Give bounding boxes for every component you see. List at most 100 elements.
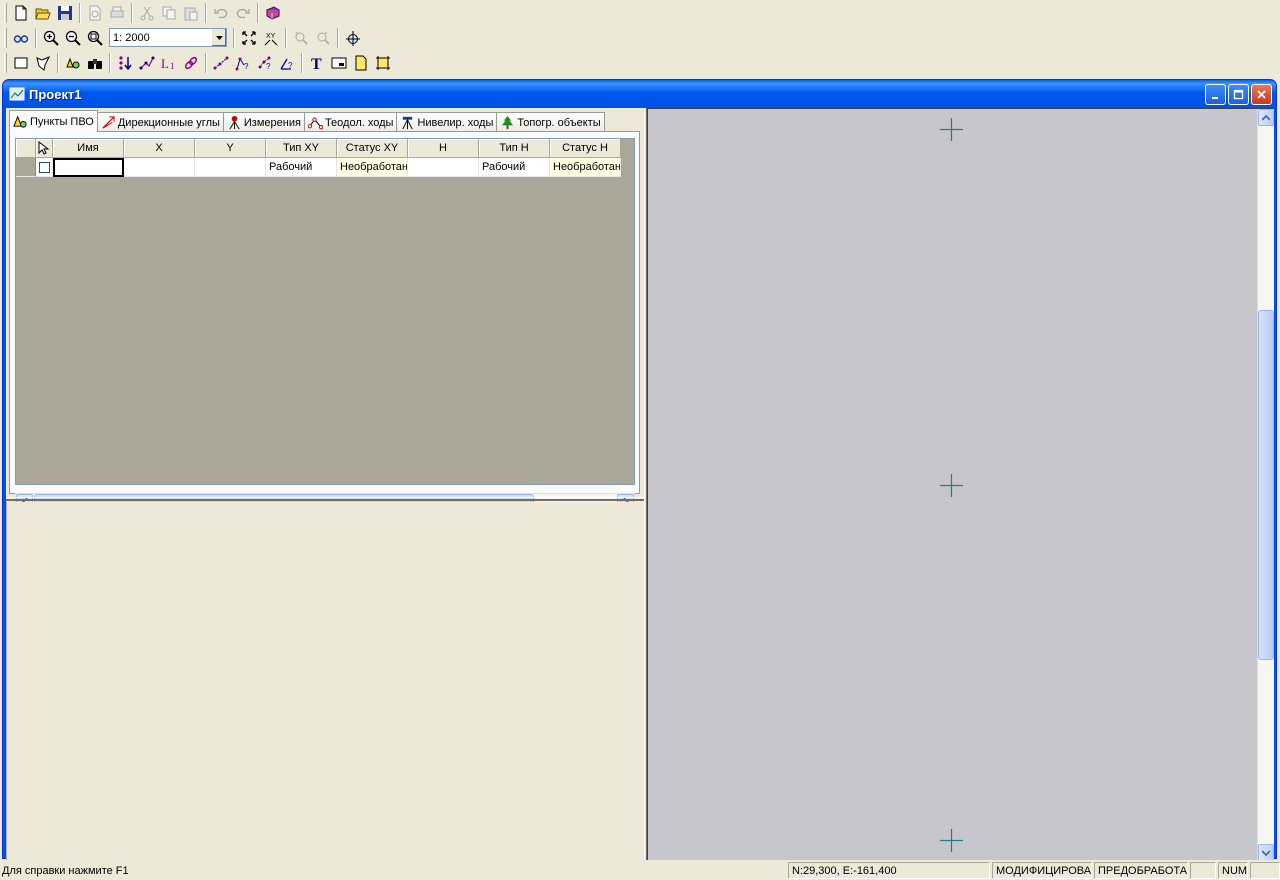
scale-combobox[interactable]: 1: 2000 [109, 28, 227, 47]
network-query-button[interactable]: ? [232, 52, 254, 74]
note-button[interactable] [350, 52, 372, 74]
toolbar-separator [301, 52, 303, 73]
open-file-button[interactable] [32, 2, 54, 24]
zoom-previous-button[interactable] [290, 27, 312, 49]
find-points-button[interactable] [62, 52, 84, 74]
tab-theodolite-traverses[interactable]: Теодол. ходы [303, 112, 398, 132]
scroll-down-button[interactable] [1258, 844, 1274, 860]
frame-button[interactable] [372, 52, 394, 74]
label-button[interactable] [328, 52, 350, 74]
zoom-window-button[interactable] [84, 27, 106, 49]
text-tool-button[interactable]: T [306, 52, 328, 74]
select-column-header[interactable] [36, 139, 53, 158]
toolbar-grip[interactable] [4, 27, 7, 48]
column-header[interactable]: Статус XY [337, 139, 408, 158]
column-header[interactable]: Y [195, 139, 266, 158]
x-cell[interactable] [124, 158, 195, 177]
traverse-button[interactable] [136, 52, 158, 74]
map-vertical-scrollbar[interactable] [1257, 109, 1274, 860]
maximize-button[interactable] [1228, 84, 1249, 105]
zoom-next-button[interactable] [312, 27, 334, 49]
tab-points[interactable]: Пункты ПВО [9, 110, 98, 132]
toolbar-grip[interactable] [4, 2, 7, 23]
leveling-traverse-icon [402, 116, 414, 130]
zoom-in-button[interactable] [40, 27, 62, 49]
column-header[interactable]: H [408, 139, 479, 158]
binoculars-icon [88, 58, 102, 69]
column-header[interactable]: Статус H [550, 139, 621, 158]
window-title: Проект1 [29, 86, 82, 102]
h-cell[interactable] [408, 158, 479, 177]
tab-measurements[interactable]: Измерения [222, 112, 305, 132]
select-polygon-button[interactable] [32, 52, 54, 74]
redo-button[interactable] [232, 2, 254, 24]
column-header[interactable]: Имя [53, 139, 124, 158]
zoom-window-icon [87, 30, 103, 46]
network-button[interactable] [210, 52, 232, 74]
distance-button[interactable]: L1 [158, 52, 180, 74]
print-preview-button[interactable] [84, 2, 106, 24]
undo-button[interactable] [210, 2, 232, 24]
network-query-icon: ? [235, 57, 249, 71]
type-xy-cell[interactable]: Рабочий [266, 158, 337, 177]
chevron-down-icon[interactable] [211, 29, 226, 46]
toolbar-separator [257, 2, 259, 23]
glasses-button[interactable] [10, 27, 32, 49]
toolbar-separator [285, 27, 287, 48]
tab-direction-angles[interactable]: Дирекционные углы [96, 112, 224, 132]
link-button[interactable] [180, 52, 202, 74]
measurements-icon [229, 115, 240, 130]
center-view-button[interactable] [342, 27, 364, 49]
minimize-button[interactable] [1205, 84, 1226, 105]
paste-button[interactable] [180, 2, 202, 24]
points-query-button[interactable]: ? [254, 52, 276, 74]
new-file-button[interactable] [10, 2, 32, 24]
status-h-cell[interactable]: Необработанн [550, 158, 621, 177]
name-cell-editor[interactable] [53, 158, 124, 177]
window-client-area: Пункты ПВО Дирекционные углы Измерения Т… [6, 108, 1274, 860]
type-h-cell[interactable]: Рабочий [479, 158, 550, 177]
close-icon [1257, 90, 1266, 99]
print-button[interactable] [106, 2, 128, 24]
row-checkbox[interactable] [38, 161, 50, 173]
toolbar-grip[interactable] [4, 52, 7, 73]
label-frame-icon [331, 57, 347, 68]
sort-points-button[interactable] [114, 52, 136, 74]
table-row[interactable]: Рабочий Необработанн Рабочий Необработан… [16, 158, 634, 177]
row-checkbox-cell[interactable] [36, 158, 53, 177]
zoom-next-icon [317, 31, 330, 45]
help-book-button[interactable] [262, 2, 284, 24]
row-indicator[interactable] [16, 158, 36, 177]
zoom-extents-button[interactable] [238, 27, 260, 49]
toolbar-separator [205, 52, 207, 73]
properties-pane [6, 502, 644, 860]
tab-topo-objects[interactable]: Топогр. объекты [496, 112, 605, 132]
zoom-out-button[interactable] [62, 27, 84, 49]
network-nodes-icon [213, 56, 229, 69]
tab-leveling-traverses[interactable]: Нивелир. ходы [396, 112, 498, 132]
xy-button[interactable]: XY [260, 27, 282, 49]
column-header[interactable]: X [124, 139, 195, 158]
column-header[interactable]: Тип XY [266, 139, 337, 158]
map-view[interactable] [647, 108, 1274, 860]
save-button[interactable] [54, 2, 76, 24]
cut-button[interactable] [136, 2, 158, 24]
window-titlebar[interactable]: Проект1 [3, 80, 1276, 108]
column-header[interactable]: Тип H [479, 139, 550, 158]
y-cell[interactable] [195, 158, 266, 177]
horizontal-splitter[interactable] [6, 497, 644, 501]
find-button[interactable] [84, 52, 106, 74]
standard-toolbar [0, 0, 1280, 25]
copy-button[interactable] [158, 2, 180, 24]
scroll-up-button[interactable] [1258, 109, 1274, 126]
angle-query-button[interactable]: ? [276, 52, 298, 74]
status-xy-cell[interactable]: Необработанн [337, 158, 408, 177]
minimize-icon [1212, 97, 1218, 99]
status-coordinates: N:29,300, E:-161,400 [788, 862, 990, 879]
undo-icon [214, 8, 228, 18]
scroll-thumb[interactable] [1258, 310, 1274, 660]
close-button[interactable] [1251, 84, 1272, 105]
status-bar: Для справки нажмите F1 N:29,300, E:-161,… [0, 861, 1280, 880]
select-rect-button[interactable] [10, 52, 32, 74]
toolbar-separator [205, 2, 207, 23]
